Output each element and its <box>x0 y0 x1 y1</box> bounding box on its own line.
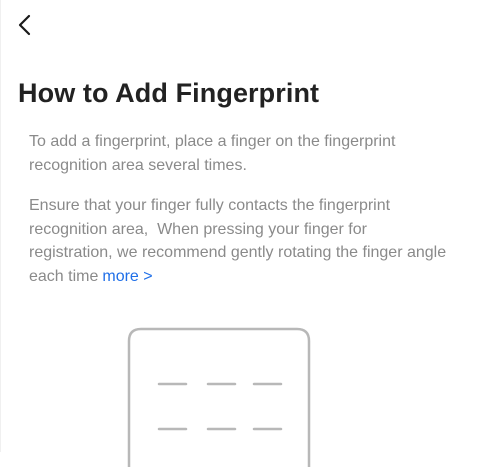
back-button[interactable] <box>10 9 40 41</box>
more-link[interactable]: more > <box>102 268 152 285</box>
phone-keypad-icon <box>127 327 311 471</box>
instruction-paragraph-2: Ensure that your finger fully contacts t… <box>29 194 449 288</box>
instruction-paragraph-2-text: Ensure that your finger fully contacts t… <box>29 197 451 285</box>
instruction-paragraph-1: To add a fingerprint, place a finger on … <box>29 133 400 174</box>
chevron-left-icon <box>17 13 33 37</box>
page-left-edge <box>0 0 1 452</box>
page-title: How to Add Fingerprint <box>18 78 320 108</box>
fingerprint-area-illustration <box>127 327 311 467</box>
